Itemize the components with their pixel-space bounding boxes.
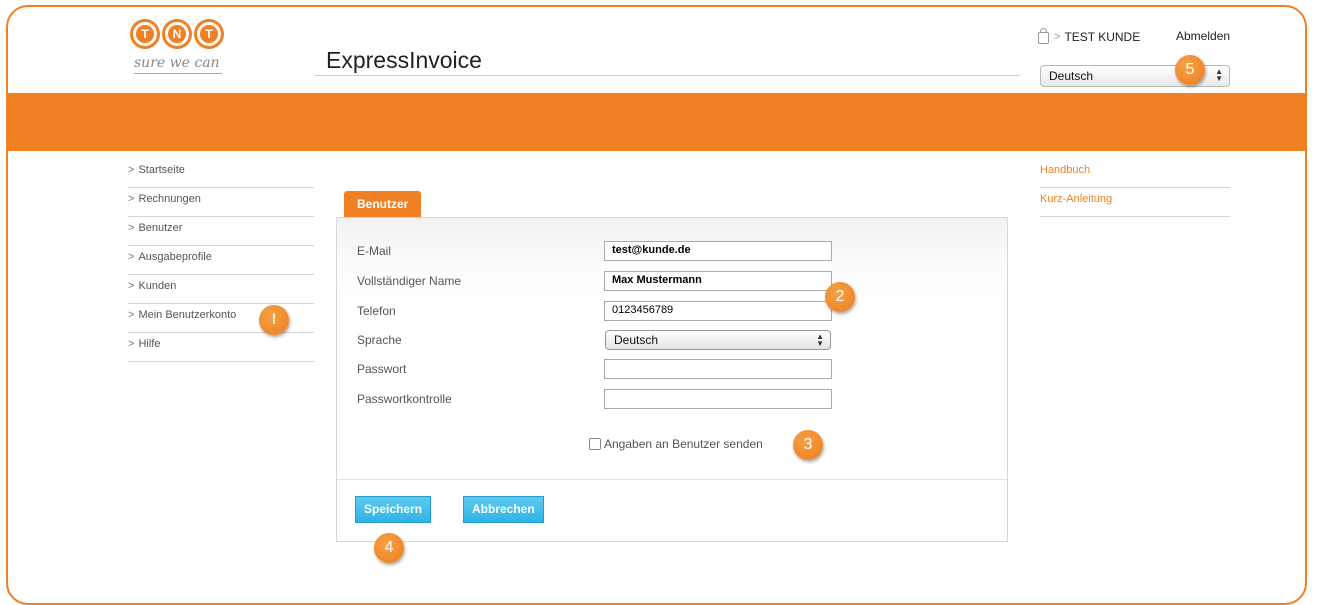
password-confirm-field[interactable]: [604, 389, 832, 409]
language-select-value: Deutsch: [1049, 69, 1094, 83]
callout-badge-3: 3: [793, 430, 823, 460]
language-label: Sprache: [357, 333, 402, 347]
save-button[interactable]: Speichern: [355, 496, 432, 523]
form-divider: [337, 479, 1007, 480]
link-handbuch[interactable]: Handbuch: [1040, 159, 1230, 188]
sidebar-item-rechnungen[interactable]: > Rechnungen: [128, 188, 314, 217]
cancel-button[interactable]: Abbrechen: [463, 496, 544, 523]
sidebar-item-ausgabeprofile[interactable]: > Ausgabeprofile: [128, 246, 314, 275]
logo-mark: T N T: [130, 19, 240, 49]
callout-badge-4: 4: [374, 533, 404, 563]
title-divider: [315, 75, 1020, 76]
logout-link[interactable]: Abmelden: [1176, 29, 1230, 43]
tab-benutzer[interactable]: Benutzer: [344, 191, 422, 217]
name-field[interactable]: Max Mustermann: [604, 271, 832, 291]
sidebar-item-kunden[interactable]: > Kunden: [128, 275, 314, 304]
help-links: Handbuch Kurz-Anleitung: [1040, 159, 1230, 217]
user-form-panel: E-Mail test@kunde.de Vollständiger Name …: [336, 217, 1008, 542]
password-label: Passwort: [357, 362, 407, 376]
select-arrows-icon: ▲ ▼: [816, 332, 824, 348]
callout-badge-1: I: [259, 305, 289, 335]
sidebar-item-startseite[interactable]: > Startseite: [128, 159, 314, 188]
logo-tagline: sure we can: [134, 55, 220, 71]
sidebar-nav: > Startseite > Rechnungen > Benutzer > Ausga…: [128, 159, 314, 362]
name-label: Vollständiger Name: [357, 274, 462, 288]
language-field[interactable]: Deutsch ▲ ▼: [605, 330, 831, 350]
lock-icon: [1038, 28, 1049, 44]
chevron-right-icon: >: [128, 193, 135, 205]
password-confirm-label: Passwortkontrolle: [357, 392, 452, 406]
user-name: TEST KUNDE: [1064, 30, 1141, 44]
user-info: > TEST KUNDE: [1038, 28, 1141, 44]
sidebar-item-hilfe[interactable]: > Hilfe: [128, 333, 314, 362]
link-kurz-anleitung[interactable]: Kurz-Anleitung: [1040, 188, 1230, 217]
select-arrows-icon: ▲ ▼: [1215, 67, 1223, 83]
language-field-value: Deutsch: [614, 333, 659, 347]
callout-badge-5: 5: [1175, 55, 1205, 85]
app-title: ExpressInvoice: [326, 47, 482, 73]
chevron-right-icon: >: [128, 338, 135, 350]
app-frame: T N T sure we can ExpressInvoice > TEST …: [6, 5, 1307, 605]
send-details-label: Angaben an Benutzer senden: [604, 437, 763, 451]
chevron-right-icon: >: [128, 222, 135, 234]
chevron-right-icon: >: [128, 164, 135, 176]
password-field[interactable]: [604, 359, 832, 379]
phone-field[interactable]: 0123456789: [604, 301, 832, 321]
send-details-option[interactable]: Angaben an Benutzer senden: [589, 437, 763, 451]
chevron-right-icon: >: [128, 309, 135, 321]
sidebar-item-benutzer[interactable]: > Benutzer: [128, 217, 314, 246]
callout-badge-2: 2: [825, 282, 855, 312]
email-field[interactable]: test@kunde.de: [604, 241, 832, 261]
chevron-right-icon: >: [128, 280, 135, 292]
chevron-right-icon: >: [1054, 31, 1061, 43]
header-band: [8, 93, 1305, 151]
tnt-logo[interactable]: T N T sure we can: [130, 19, 240, 89]
email-label: E-Mail: [357, 244, 392, 258]
phone-label: Telefon: [357, 304, 396, 318]
send-details-checkbox[interactable]: [589, 438, 601, 450]
chevron-right-icon: >: [128, 251, 135, 263]
